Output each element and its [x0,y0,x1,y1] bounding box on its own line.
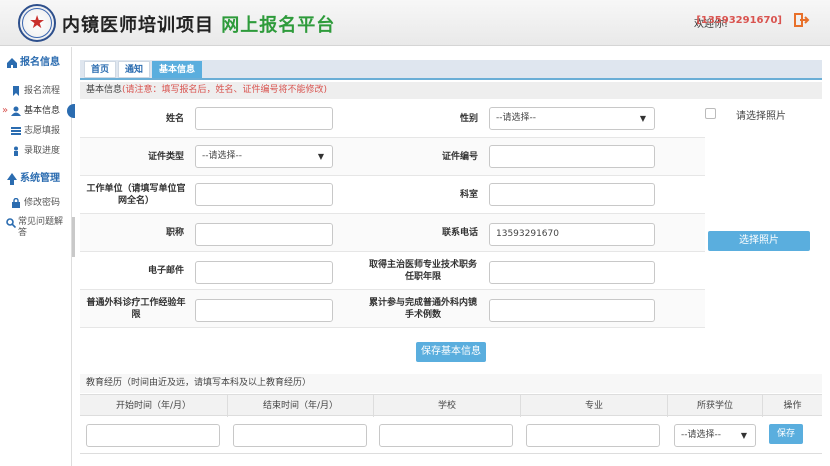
search-icon [6,218,16,228]
title-highlight: 网上报名平台 [221,15,336,36]
experience-years-input[interactable] [195,299,333,322]
gender-select[interactable]: --请选择-- ▼ [489,107,655,130]
column-school: 学校 [374,395,521,417]
sidebar-item-label: 常见问题解答 [18,217,64,238]
basic-info-note: (请注意：填写报名后，姓名、证件编号将不能修改) [122,85,328,95]
choose-photo-button[interactable]: 选择照片 [708,231,810,251]
name-label: 姓名 [165,114,184,124]
table-row: --请选择-- ▼ 保存 [80,416,822,454]
gender-label: 性别 [459,114,478,124]
chevron-down-icon: ▼ [317,152,324,161]
id-type-select[interactable]: --请选择-- ▼ [195,145,333,168]
sidebar-item-progress[interactable]: 录取进度 [0,141,71,161]
tab-basic-info[interactable]: 基本信息 [152,61,203,78]
column-end-time: 结束时间（年/月） [228,395,374,417]
id-type-label: 证件类型 [147,152,184,162]
save-basic-info-button[interactable]: 保存基本信息 [416,342,486,362]
bookmark-icon [13,86,19,96]
lock-icon [12,198,20,208]
form-row: 电子邮件 取得主治医师专业技术职务任职年限 [80,252,705,290]
column-degree: 所获学位 [668,395,763,417]
work-unit-input[interactable] [195,183,333,206]
contact-phone-label: 联系电话 [441,228,478,238]
user-phone[interactable]: [13593291670] [696,15,782,26]
list-icon [11,127,21,135]
degree-select[interactable]: --请选择-- ▼ [674,424,756,447]
sidebar-group-registration[interactable]: 报名信息 [0,51,71,71]
tab-notice[interactable]: 通知 [118,61,151,78]
surgery-count-label: 累计参与完成普通外科内镜手术例数 [368,298,477,320]
sidebar-group-label: 报名信息 [20,57,60,68]
form-row: 普通外科诊疗工作经验年限 累计参与完成普通外科内镜手术例数 [80,290,705,328]
form-row: 职称 联系电话 13593291670 [80,214,705,252]
name-input[interactable] [195,107,333,130]
attending-years-label: 取得主治医师专业技术职务任职年限 [368,260,477,282]
sidebar-item-password[interactable]: 修改密码 [0,193,71,213]
sidebar-item-basic-info[interactable]: » 基本信息 [0,101,75,121]
title-main: 内镜医师培训项目 [62,15,214,36]
photo-check-label: 请选择照片 [736,111,786,122]
basic-info-header: 基本信息(请注意：填写报名后，姓名、证件编号将不能修改) [80,82,822,99]
sidebar: 报名信息 报名流程 » 基本信息 志愿填报 录取进度 系统管理 修改密码 常见问… [0,47,75,466]
home-icon [7,58,17,68]
id-number-input[interactable] [489,145,655,168]
sidebar-item-label: 修改密码 [24,198,61,208]
photo-checkbox[interactable] [705,108,716,119]
school-input[interactable] [379,424,513,447]
active-arrow-icon: » [2,105,9,116]
surgery-count-input[interactable] [489,299,655,322]
project-logo: ★ [18,4,56,42]
major-input[interactable] [526,424,660,447]
email-input[interactable] [195,261,333,284]
chevron-down-icon: ▼ [740,431,747,440]
sidebar-item-label: 报名流程 [24,86,61,96]
person-icon [14,146,18,156]
column-action: 操作 [783,401,802,411]
sidebar-group-system[interactable]: 系统管理 [0,167,71,187]
form-row: 姓名 性别 --请选择-- ▼ [80,100,705,138]
tab-home[interactable]: 首页 [84,61,117,78]
department-label: 科室 [459,190,478,200]
work-unit-label: 工作单位（请填写单位官网全名） [86,184,186,206]
sidebar-group-label: 系统管理 [20,173,60,184]
gender-select-value: --请选择-- [496,113,536,123]
id-number-label: 证件编号 [441,152,478,162]
active-indicator [67,104,75,118]
degree-select-value: --请选择-- [681,430,721,440]
attending-years-input[interactable] [489,261,655,284]
sidebar-item-volunteer[interactable]: 志愿填报 [0,121,71,141]
experience-years-label: 普通外科诊疗工作经验年限 [86,298,186,320]
form-row: 工作单位（请填写单位官网全名） 科室 [80,176,705,214]
contact-phone-input[interactable]: 13593291670 [489,223,655,246]
sidebar-item-label: 基本信息 [24,106,61,116]
save-education-button[interactable]: 保存 [769,424,803,444]
header-bar: ★ 内镜医师培训项目 网上报名平台 欢迎你! [13593291670] [0,0,830,46]
email-label: 电子邮件 [147,266,184,276]
sidebar-item-faq[interactable]: 常见问题解答 [0,213,71,239]
start-time-input[interactable] [86,424,220,447]
basic-info-heading: 基本信息 [86,85,123,95]
education-header: 教育经历（时间由近及远，请填写本科及以上教育经历） [80,374,822,393]
sidebar-item-label: 录取进度 [24,146,61,156]
sidebar-scrollbar[interactable] [72,217,75,257]
form-row: 证件类型 --请选择-- ▼ 证件编号 [80,138,705,176]
user-icon [11,106,21,116]
tab-bar: 首页 通知 基本信息 [80,60,822,80]
column-start-time: 开始时间（年/月） [80,395,228,417]
end-time-input[interactable] [233,424,367,447]
tree-icon [7,173,17,185]
sidebar-item-label: 志愿填报 [24,126,61,136]
department-input[interactable] [489,183,655,206]
job-title-input[interactable] [195,223,333,246]
column-major: 专业 [521,395,668,417]
education-heading: 教育经历（时间由近及远，请填写本科及以上教育经历） [86,378,312,388]
chevron-down-icon: ▼ [639,114,646,123]
logout-icon[interactable] [794,12,810,28]
id-type-select-value: --请选择-- [202,151,242,161]
logo-star-icon: ★ [29,12,46,33]
page-title: 内镜医师培训项目 网上报名平台 [62,11,335,37]
job-title-label: 职称 [165,228,184,238]
education-table-header: 开始时间（年/月） 结束时间（年/月） 学校 专业 所获学位 操作 [80,394,822,417]
sidebar-item-process[interactable]: 报名流程 [0,81,71,101]
